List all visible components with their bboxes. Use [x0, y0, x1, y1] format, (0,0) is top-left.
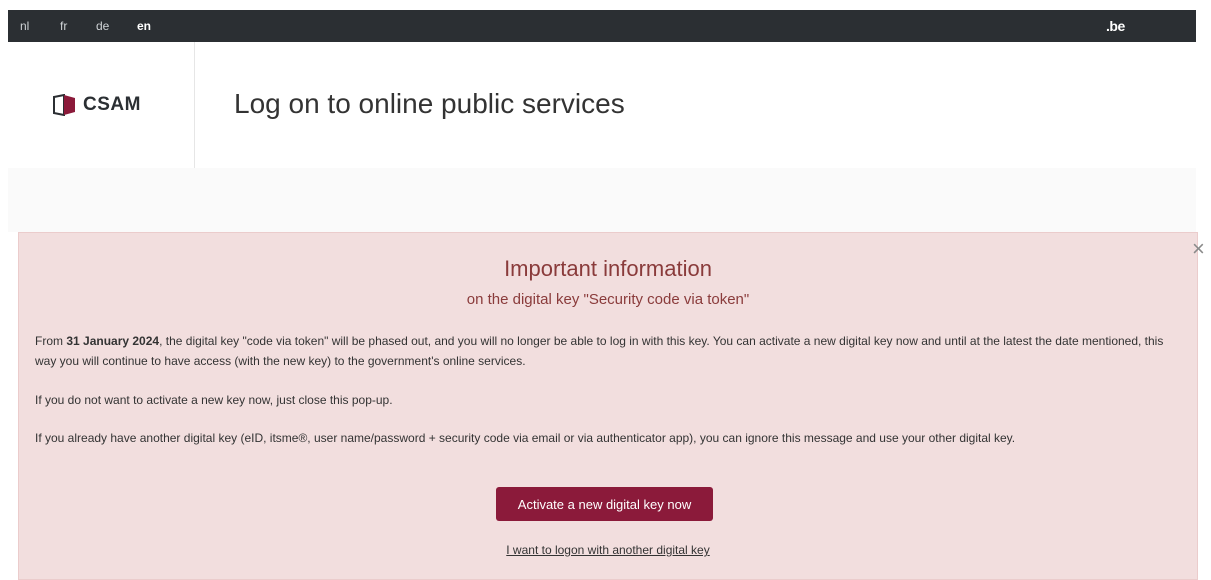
lang-en-link[interactable]: en — [137, 19, 151, 33]
important-info-banner: Important information on the digital key… — [18, 232, 1198, 580]
page-title: Log on to online public services — [234, 88, 625, 119]
banner-paragraph-other-key: If you already have another digital key … — [35, 431, 1016, 445]
lang-fr-link[interactable]: fr — [60, 19, 67, 33]
be-portal-link[interactable]: .be — [1106, 18, 1125, 34]
lang-nl-link[interactable]: nl — [20, 19, 29, 33]
top-bar: nl fr de en .be — [8, 10, 1196, 42]
close-icon[interactable]: × — [1192, 238, 1205, 260]
csam-logo-icon — [53, 94, 75, 116]
logo-text: CSAM — [83, 94, 141, 115]
header-spacer — [8, 168, 1196, 232]
para1-prefix: From — [35, 334, 67, 348]
para1-rest: , the digital key "code via token" will … — [35, 334, 1164, 368]
site-header: CSAM Log on to online public services — [8, 42, 1196, 169]
csam-logo[interactable]: CSAM — [53, 94, 141, 116]
logon-another-key-link[interactable]: I want to logon with another digital key — [19, 543, 1197, 557]
banner-paragraph-deadline: From 31 January 2024, the digital key "c… — [35, 331, 1185, 371]
banner-subtitle: on the digital key "Security code via to… — [466, 291, 750, 308]
activate-new-key-button[interactable]: Activate a new digital key now — [496, 487, 713, 521]
lang-de-link[interactable]: de — [96, 19, 109, 33]
banner-title: Important information — [504, 256, 712, 281]
logo-cell: CSAM — [8, 42, 195, 168]
banner-paragraph-close: If you do not want to activate a new key… — [35, 393, 393, 407]
deadline-date: 31 January 2024 — [66, 334, 160, 348]
